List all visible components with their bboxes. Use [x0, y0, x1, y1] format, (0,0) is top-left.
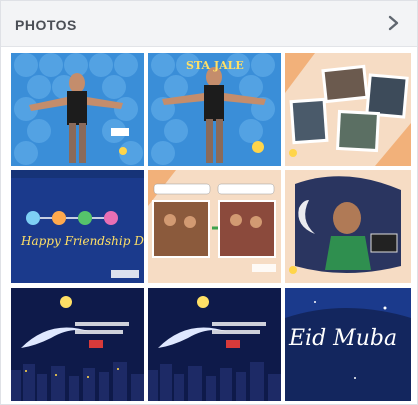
- photo-grid: STA JALE Happy Friendship D Eid Muba: [11, 53, 411, 401]
- photo-9-caption: Eid Muba: [289, 326, 398, 351]
- photo-7-image: [11, 288, 144, 401]
- photo-tile-2[interactable]: STA JALE: [148, 53, 281, 166]
- photo-tile-5[interactable]: [148, 170, 281, 283]
- photo-3-image: [285, 53, 411, 166]
- photo-tile-6[interactable]: [285, 170, 411, 283]
- photo-tile-8[interactable]: [148, 288, 281, 401]
- photos-header: PHOTOS: [1, 1, 417, 47]
- photo-tile-3[interactable]: [285, 53, 411, 166]
- photo-5-image: [148, 170, 281, 283]
- photos-widget: PHOTOS STA JALE Happy Friendship D Eid M…: [0, 0, 418, 405]
- photo-6-image: [285, 170, 411, 283]
- photo-tile-1[interactable]: [11, 53, 144, 166]
- photo-8-image: [148, 288, 281, 401]
- chevron-right-icon[interactable]: [379, 9, 407, 37]
- photo-4-caption: Happy Friendship Day: [21, 234, 144, 248]
- photo-1-image: [11, 53, 144, 166]
- photo-4-image: [11, 170, 144, 283]
- photo-tile-9[interactable]: Eid Muba: [285, 288, 411, 401]
- photo-2-caption: STA JALE: [186, 59, 244, 72]
- photos-title: PHOTOS: [15, 17, 77, 33]
- photo-tile-4[interactable]: Happy Friendship Day: [11, 170, 144, 283]
- photo-tile-7[interactable]: [11, 288, 144, 401]
